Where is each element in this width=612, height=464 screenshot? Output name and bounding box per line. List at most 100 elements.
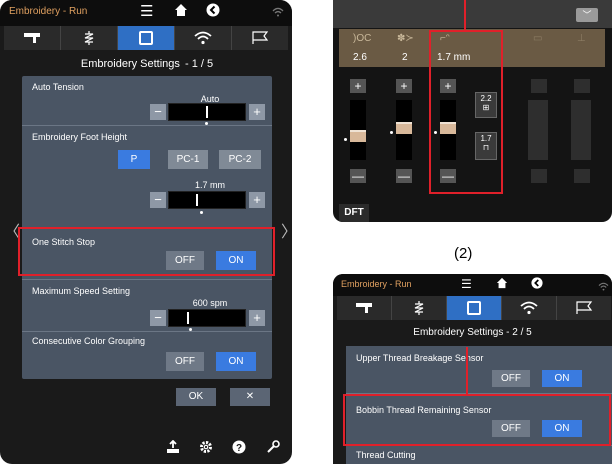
help-icon[interactable]: ? xyxy=(232,440,246,457)
col2-thumb[interactable] xyxy=(396,122,412,134)
category-tabs xyxy=(4,26,288,50)
top-bar: Embroidery - Run ☰ xyxy=(0,0,292,26)
col5-minus-disabled xyxy=(574,169,590,183)
col1-thumb[interactable] xyxy=(350,130,366,142)
tab-wireless-2[interactable] xyxy=(502,296,557,320)
foot-height-pc2-button[interactable]: PC-2 xyxy=(219,150,261,169)
callout-label-2: (2) xyxy=(454,245,473,262)
wifi-status-icon-2 xyxy=(598,280,609,294)
mode-label: Embroidery - Run xyxy=(9,6,88,17)
foot-height-slider[interactable] xyxy=(168,191,246,209)
highlight-foot-height-column xyxy=(429,30,503,194)
col2-minus-button[interactable]: — xyxy=(396,169,412,183)
auto-tension-section: Auto Tension Auto − + xyxy=(22,76,272,126)
tension-slider-marker xyxy=(206,106,208,118)
tab-machine[interactable] xyxy=(4,26,61,50)
stitch-header: ﹀ xyxy=(333,0,612,28)
tension-value: 2.6 xyxy=(353,52,367,63)
foot-height-value: 1.7 mm xyxy=(194,180,225,190)
tab-language[interactable] xyxy=(232,26,288,50)
settings-gear-icon[interactable] xyxy=(199,440,213,457)
col1-minus-button[interactable]: — xyxy=(350,169,366,183)
sewing-machine-icon xyxy=(356,303,372,313)
max-speed-label: Maximum Speed Setting xyxy=(32,286,131,296)
left-screen: Embroidery - Run ☰ Embroidery Settings -… xyxy=(0,0,292,464)
flag-icon xyxy=(576,301,593,314)
foot-height-pc1-button[interactable]: PC-1 xyxy=(168,150,208,169)
tab-embroidery[interactable] xyxy=(118,26,175,50)
col4-plus-disabled xyxy=(531,79,547,93)
thread-cutting-section: Thread Cutting xyxy=(346,446,612,464)
speed-default-dot xyxy=(189,328,192,331)
wifi-status-icon xyxy=(272,5,284,23)
color-grouping-section: Consecutive Color Grouping OFF ON xyxy=(22,332,272,379)
tab-machine-2[interactable] xyxy=(337,296,392,320)
upper-sensor-on-button[interactable]: ON xyxy=(542,370,582,387)
foot-height-p-button[interactable]: P xyxy=(118,150,150,169)
tab-stitch[interactable] xyxy=(61,26,118,50)
next-page-icon[interactable]: 〉 xyxy=(281,218,292,242)
speed-slider-marker xyxy=(187,312,189,324)
col1-default-dot xyxy=(344,138,347,141)
disabled-icon-1: ▭ xyxy=(533,33,543,44)
sewing-machine-icon xyxy=(24,33,40,43)
tab-stitch-2[interactable] xyxy=(392,296,447,320)
thread-cutting-label: Thread Cutting xyxy=(356,450,416,460)
cancel-button[interactable]: ✕ xyxy=(230,388,270,406)
foot-height-minus-button[interactable]: − xyxy=(150,192,166,208)
export-icon[interactable] xyxy=(166,439,180,457)
tension-default-dot xyxy=(205,122,208,125)
home-icon[interactable] xyxy=(174,3,188,22)
foot-height-plus-button[interactable]: + xyxy=(249,192,265,208)
stitch-icon xyxy=(84,31,94,45)
menu-icon[interactable]: ☰ xyxy=(140,3,153,21)
highlight-bobbin-sensor xyxy=(343,394,611,446)
page-title-2: Embroidery Settings - 2 / 5 xyxy=(333,327,612,338)
upper-sensor-label: Upper Thread Breakage Sensor xyxy=(356,353,484,363)
default-button[interactable]: DFT xyxy=(339,204,369,222)
tension-plus-button[interactable]: + xyxy=(249,104,265,120)
upper-sensor-off-button[interactable]: OFF xyxy=(492,370,530,387)
tab-wireless[interactable] xyxy=(175,26,232,50)
page-title: Embroidery Settings - 1 / 5 xyxy=(0,58,292,70)
mode-label-2: Embroidery - Run xyxy=(341,279,412,289)
tension-minus-button[interactable]: − xyxy=(150,104,166,120)
top-bar-2: Embroidery - Run ☰ xyxy=(333,274,612,296)
back-icon[interactable] xyxy=(206,3,220,22)
home-icon-2[interactable] xyxy=(496,277,508,292)
col4-track-disabled xyxy=(528,100,548,160)
wifi-icon xyxy=(520,301,538,315)
foot-height-section: Embroidery Foot Height P PC-1 PC-2 1.7 m… xyxy=(22,126,272,228)
flag-icon xyxy=(252,31,269,44)
upper-sensor-section: Upper Thread Breakage Sensor OFF ON xyxy=(346,346,612,394)
ok-button[interactable]: OK xyxy=(176,388,216,406)
svg-text:?: ? xyxy=(236,443,242,454)
tension-slider[interactable] xyxy=(168,103,246,121)
page-number: - 1 / 5 xyxy=(184,58,214,70)
embroidery-hoop-icon xyxy=(467,301,481,315)
callout-line-2 xyxy=(466,347,468,394)
speed-plus-button[interactable]: + xyxy=(249,310,265,326)
page-number-2: - 2 / 5 xyxy=(506,327,532,338)
wifi-icon xyxy=(194,31,212,45)
thread-tension-icon: )OC xyxy=(353,33,372,44)
speed-minus-button[interactable]: − xyxy=(150,310,166,326)
foot-height-slider-marker xyxy=(196,194,198,206)
col5-plus-disabled xyxy=(574,79,590,93)
menu-icon-2[interactable]: ☰ xyxy=(461,277,472,291)
wrench-icon[interactable] xyxy=(266,440,280,457)
callout-line-1 xyxy=(464,0,466,30)
col1-plus-button[interactable]: + xyxy=(350,79,366,93)
col2-default-dot xyxy=(390,131,393,134)
back-icon-2[interactable] xyxy=(531,277,543,292)
color-grouping-on-button[interactable]: ON xyxy=(216,352,256,371)
dropdown-button[interactable]: ﹀ xyxy=(576,8,598,22)
tab-language-2[interactable] xyxy=(557,296,611,320)
embroidery-hoop-icon xyxy=(139,31,153,45)
col2-plus-button[interactable]: + xyxy=(396,79,412,93)
highlight-one-stitch-stop xyxy=(18,227,275,276)
page-title-text: Embroidery Settings xyxy=(80,58,180,70)
color-grouping-off-button[interactable]: OFF xyxy=(166,352,204,371)
tab-embroidery-2[interactable] xyxy=(447,296,502,320)
speed-slider[interactable] xyxy=(168,309,246,327)
